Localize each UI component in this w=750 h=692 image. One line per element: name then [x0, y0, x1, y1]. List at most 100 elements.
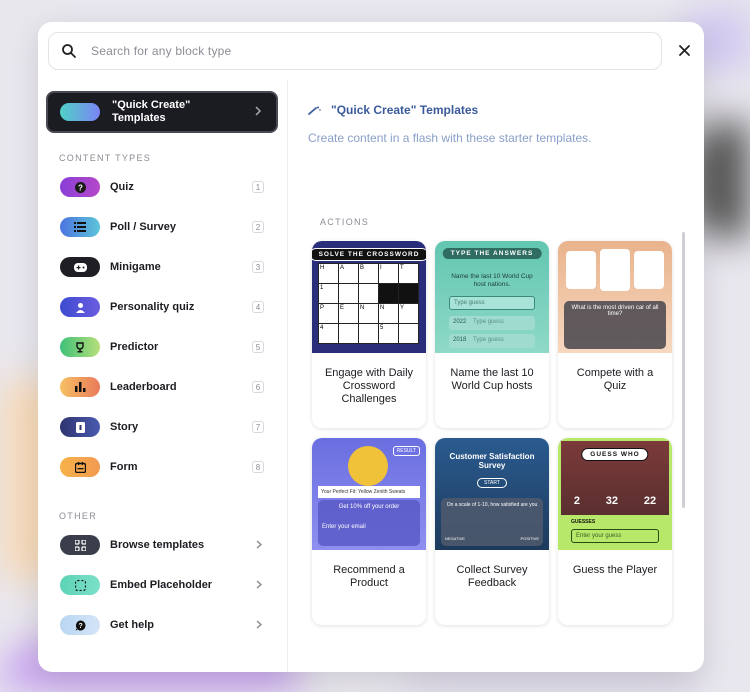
offer-text: Get 10% off your order: [338, 504, 400, 510]
sidebar: "Quick Create" Templates CONTENT TYPES ?…: [38, 80, 288, 672]
search-bar[interactable]: [48, 32, 662, 70]
card-question: What is the most driven car of all time?: [571, 305, 659, 317]
chevron-right-icon: [256, 620, 262, 629]
card-caption: Engage with Daily Crossword Challenges: [324, 367, 414, 405]
templates-panel: "Quick Create" Templates Create content …: [288, 80, 704, 672]
template-card-recommend-product[interactable]: RESULT Your Perfect Fit: Yellow Zenith S…: [312, 438, 426, 625]
player-stats: 2 32 22: [573, 495, 657, 507]
template-card-survey[interactable]: Customer Satisfaction Survey START On a …: [435, 438, 549, 625]
sidebar-item-label: Personality quiz: [110, 301, 195, 313]
card-preview: GUESS WHO 2 32 22 GUESSES Enter your guess: [558, 438, 672, 550]
shortcut-key: 5: [252, 341, 264, 353]
sidebar-item-label: Embed Placeholder: [110, 579, 213, 591]
chevron-right-icon: [256, 580, 262, 589]
card-caption: Collect Survey Feedback: [456, 564, 528, 589]
bar-chart-icon: [60, 377, 100, 397]
section-label-content-types: CONTENT TYPES: [59, 153, 152, 163]
guesses-label: GUESSES: [571, 519, 596, 525]
sidebar-item-embed-placeholder[interactable]: Embed Placeholder: [60, 574, 266, 596]
template-card-crossword[interactable]: SOLVE THE CROSSWORD HABIT 1 PENNY 45 Eng…: [312, 241, 426, 428]
shortcut-key: 2: [252, 221, 264, 233]
template-card-world-cup-hosts[interactable]: TYPE THE ANSWERS Name the last 10 World …: [435, 241, 549, 428]
sidebar-item-label: Browse templates: [110, 539, 205, 551]
form-icon: [60, 457, 100, 477]
svg-text:?: ?: [78, 623, 82, 630]
grid-icon: [60, 535, 100, 555]
list-icon: [60, 217, 100, 237]
card-tag: TYPE THE ANSWERS: [442, 248, 542, 259]
trophy-icon: [60, 337, 100, 357]
scrollbar[interactable]: [682, 232, 685, 508]
quick-create-templates-button[interactable]: "Quick Create" Templates: [46, 91, 278, 133]
help-icon: ?: [60, 615, 100, 635]
template-card-quiz[interactable]: What is the most driven car of all time?…: [558, 241, 672, 428]
shortcut-key: 4: [252, 301, 264, 313]
card-tag: GUESS WHO: [581, 448, 649, 461]
sidebar-item-minigame[interactable]: Minigame 3: [60, 256, 266, 278]
sidebar-item-leaderboard[interactable]: Leaderboard 6: [60, 376, 266, 398]
shortcut-key: 1: [252, 181, 264, 193]
scale-high: POSITIVE: [520, 536, 539, 541]
card-caption: Recommend a Product: [333, 564, 405, 589]
card-question: Name the last 10 World Cup host nations.: [451, 273, 533, 288]
card-caption: Name the last 10 World Cup hosts: [450, 367, 534, 392]
panel-title: "Quick Create" Templates: [331, 103, 479, 117]
close-icon: [678, 44, 690, 56]
guess-input: Enter your guess: [571, 529, 659, 543]
block-picker-modal: "Quick Create" Templates CONTENT TYPES ?…: [38, 22, 704, 672]
shortcut-key: 6: [252, 381, 264, 393]
sidebar-item-label: Predictor: [110, 341, 159, 353]
guess-input: Type guess: [449, 296, 535, 310]
gamepad-icon: [60, 257, 100, 277]
card-preview: RESULT Your Perfect Fit: Yellow Zenith S…: [312, 438, 426, 550]
embed-icon: [60, 575, 100, 595]
magic-wand-icon: [60, 103, 100, 121]
quick-create-label: "Quick Create" Templates: [112, 99, 191, 124]
svg-text:?: ?: [78, 183, 83, 192]
chevron-right-icon: [256, 540, 262, 549]
sidebar-item-label: Poll / Survey: [110, 221, 177, 233]
sidebar-item-label: Story: [110, 421, 139, 433]
survey-heading: Customer Satisfaction Survey: [449, 452, 535, 470]
sidebar-item-get-help[interactable]: ? Get help: [60, 614, 266, 636]
user-icon: [60, 297, 100, 317]
chevron-right-icon: [255, 106, 262, 116]
scale-low: NEGATIVE: [445, 536, 465, 541]
shortcut-key: 7: [252, 421, 264, 433]
sidebar-item-browse-templates[interactable]: Browse templates: [60, 534, 266, 556]
question-icon: ?: [60, 177, 100, 197]
sidebar-item-predictor[interactable]: Predictor 5: [60, 336, 266, 358]
card-question: On a scale of 1-10, how satisfied are yo…: [446, 502, 538, 508]
sidebar-item-personality-quiz[interactable]: Personality quiz 4: [60, 296, 266, 318]
email-input: Enter your email: [322, 524, 366, 530]
template-card-guess-player[interactable]: GUESS WHO 2 32 22 GUESSES Enter your guess…: [558, 438, 672, 625]
sidebar-item-label: Get help: [110, 619, 155, 631]
shortcut-key: 3: [252, 261, 264, 273]
card-preview: Customer Satisfaction Survey START On a …: [435, 438, 549, 550]
magic-wand-icon: [308, 106, 321, 115]
sidebar-item-form[interactable]: Form 8: [60, 456, 266, 478]
card-preview: What is the most driven car of all time?: [558, 241, 672, 353]
card-caption: Guess the Player: [572, 564, 658, 576]
sidebar-item-label: Minigame: [110, 261, 161, 273]
search-icon: [62, 44, 76, 58]
sidebar-item-story[interactable]: Story 7: [60, 416, 266, 438]
panel-subtitle: Create content in a flash with these sta…: [308, 131, 592, 145]
card-tag: SOLVE THE CROSSWORD: [312, 248, 426, 261]
card-preview: SOLVE THE CROSSWORD HABIT 1 PENNY 45: [312, 241, 426, 353]
card-caption: Compete with a Quiz: [576, 367, 654, 392]
sidebar-item-label: Leaderboard: [110, 381, 177, 393]
sidebar-item-quiz[interactable]: ? Quiz 1: [60, 176, 266, 198]
panel-header: "Quick Create" Templates: [308, 103, 478, 117]
product-name: Your Perfect Fit: Yellow Zenith Sweats: [318, 486, 420, 498]
year-row: 2022 Type guess: [449, 316, 535, 330]
year-row: 2018 Type guess: [449, 334, 535, 348]
sidebar-item-label: Form: [110, 461, 138, 473]
section-label-other: OTHER: [59, 511, 97, 521]
story-icon: [60, 417, 100, 437]
search-input[interactable]: [91, 44, 611, 58]
result-badge: RESULT: [392, 446, 420, 456]
sidebar-item-label: Quiz: [110, 181, 134, 193]
close-button[interactable]: [676, 42, 692, 58]
sidebar-item-poll-survey[interactable]: Poll / Survey 2: [60, 216, 266, 238]
